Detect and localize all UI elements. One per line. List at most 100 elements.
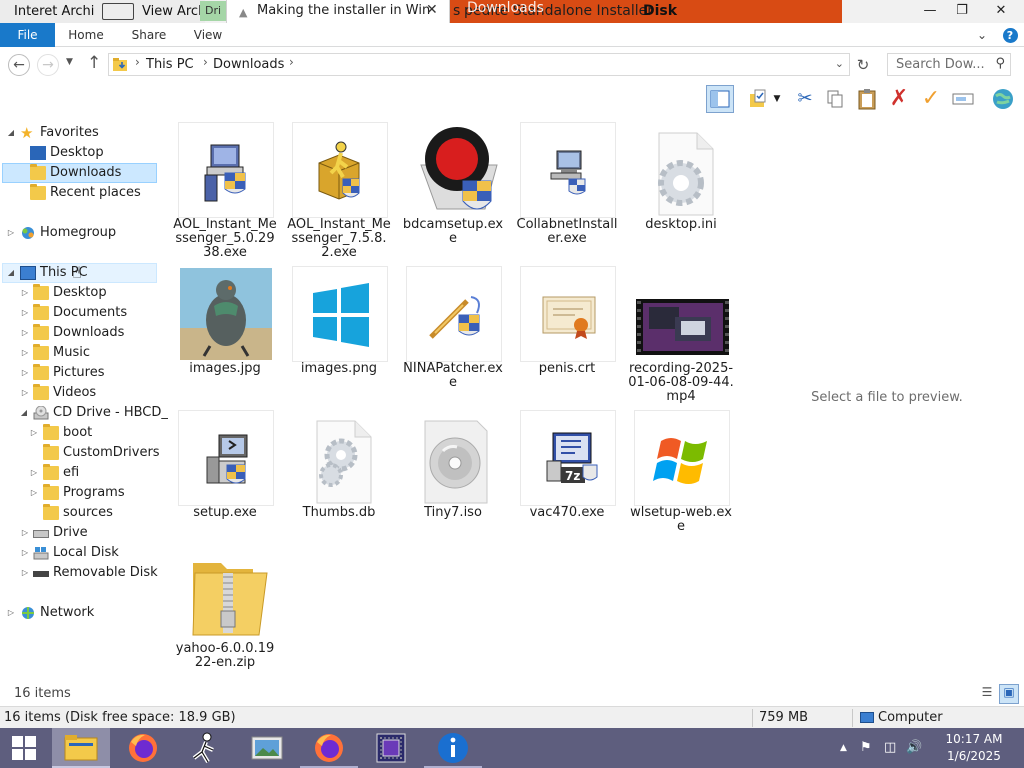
browser-tab[interactable]: ▲ Making the installer in Win ✕: [226, 0, 450, 23]
volume-icon[interactable]: 🔊: [906, 740, 922, 755]
close-button[interactable]: ✕: [978, 0, 1024, 22]
file-item[interactable]: CollabnetInstaller.exe: [512, 116, 622, 261]
action-center-flag-icon[interactable]: ⚑: [860, 740, 872, 755]
crumb-downloads[interactable]: Downloads: [213, 55, 284, 75]
tree-item-recent-places[interactable]: Recent places: [2, 183, 157, 203]
search-icon[interactable]: ⚲: [995, 56, 1005, 71]
recent-locations-icon[interactable]: ▼: [66, 57, 73, 67]
address-bar[interactable]: › This PC › Downloads › ⌄: [108, 53, 850, 76]
collapsed-arrow-icon[interactable]: ▷: [29, 463, 39, 483]
taskbar-firefox[interactable]: [114, 728, 172, 768]
cut-icon[interactable]: ✂: [791, 85, 819, 113]
search-input[interactable]: [896, 55, 988, 74]
chevron-down-icon[interactable]: ⌄: [835, 57, 844, 70]
taskbar-photo-viewer[interactable]: [238, 728, 296, 768]
expanded-arrow-icon[interactable]: ◢: [6, 264, 16, 282]
tree-item-desktop[interactable]: Desktop: [2, 143, 157, 163]
tab-home[interactable]: Home: [57, 23, 115, 47]
network-status-icon[interactable]: ◫: [884, 740, 896, 755]
start-button[interactable]: [0, 728, 52, 768]
collapsed-arrow-icon[interactable]: ▷: [20, 523, 30, 543]
tree-item-favorites[interactable]: ◢ ★ Favorites: [2, 123, 157, 143]
tree-item-removable-disk[interactable]: ▷ Removable Disk: [2, 563, 158, 583]
clock-date[interactable]: 1/6/2025: [940, 749, 1008, 763]
tab-close-icon[interactable]: ✕: [426, 2, 438, 18]
tree-item-drive[interactable]: ▷ Drive: [2, 523, 157, 543]
file-item[interactable]: recording-2025-01-06-08-09-44.mp4: [626, 260, 736, 405]
file-item[interactable]: Thumbs.db: [284, 404, 394, 549]
tree-item-pc-desktop[interactable]: ▷ Desktop: [2, 283, 157, 303]
tree-item-efi[interactable]: ▷ efi: [2, 463, 157, 483]
back-button[interactable]: ←: [8, 54, 30, 76]
tab-share[interactable]: Share: [120, 23, 178, 47]
clock-time[interactable]: 10:17 AM: [944, 732, 1004, 746]
collapsed-arrow-icon[interactable]: ▷: [20, 343, 30, 363]
tree-item-pictures[interactable]: ▷ Pictures: [2, 363, 157, 383]
expand-ribbon-icon[interactable]: ⌄: [968, 23, 996, 47]
chevron-down-icon[interactable]: ▼: [770, 85, 784, 113]
large-icons-view-icon[interactable]: ▣: [999, 684, 1019, 704]
checkmark-icon[interactable]: ✓: [917, 85, 945, 113]
tab-view[interactable]: View: [180, 23, 236, 47]
collapsed-arrow-icon[interactable]: ▷: [20, 563, 30, 583]
globe-icon[interactable]: [989, 85, 1017, 113]
expanded-arrow-icon[interactable]: ◢: [19, 403, 29, 423]
file-item[interactable]: penis.crt: [512, 260, 622, 405]
file-item[interactable]: desktop.ini: [626, 116, 736, 261]
minimize-button[interactable]: —: [914, 0, 946, 22]
file-item[interactable]: AOL_Instant_Messenger_5.0.2938.exe: [170, 116, 280, 261]
paste-icon[interactable]: [853, 85, 881, 113]
tree-item-sources[interactable]: sources: [2, 503, 157, 523]
tree-item-cd-drive[interactable]: ◢ CD Drive - HBCD_: [2, 403, 168, 423]
delete-icon[interactable]: ✗: [885, 85, 913, 113]
green-tab[interactable]: Dri: [200, 1, 226, 21]
tree-item-local-disk[interactable]: ▷ Local Disk: [2, 543, 157, 563]
file-item[interactable]: wlsetup-web.exe: [626, 404, 736, 549]
refresh-button[interactable]: ↻: [852, 55, 874, 75]
file-item[interactable]: images.png: [284, 260, 394, 405]
tree-item-videos[interactable]: ▷ Videos: [2, 383, 157, 403]
tab-file[interactable]: File: [0, 23, 55, 47]
tree-item-customdrivers[interactable]: CustomDrivers: [2, 443, 160, 463]
collapsed-arrow-icon[interactable]: ▷: [20, 363, 30, 383]
collapsed-arrow-icon[interactable]: ▷: [6, 223, 16, 243]
preview-pane-button[interactable]: [706, 85, 734, 113]
taskbar-info[interactable]: [424, 728, 482, 768]
collapsed-arrow-icon[interactable]: ▷: [6, 603, 16, 623]
tree-item-this-pc[interactable]: ◢ This PC ☝: [2, 263, 157, 283]
tree-item-programs[interactable]: ▷ Programs: [2, 483, 157, 503]
file-item[interactable]: setup.exe: [170, 404, 280, 549]
expanded-arrow-icon[interactable]: ◢: [6, 123, 16, 143]
file-item[interactable]: bdcamsetup.exe: [398, 116, 508, 261]
taskbar-aim[interactable]: [176, 728, 234, 768]
taskbar-firefox-2[interactable]: [300, 728, 358, 768]
orange-window-title[interactable]: s pedite Standalone Installer Downloads …: [450, 0, 842, 23]
background-window-title[interactable]: Interet Archi View Arch: [0, 0, 205, 23]
details-view-icon[interactable]: ☰: [978, 685, 996, 703]
collapsed-arrow-icon[interactable]: ▷: [20, 383, 30, 403]
help-icon[interactable]: ?: [996, 23, 1024, 47]
file-item[interactable]: Tiny7.iso: [398, 404, 508, 549]
up-button[interactable]: ↑: [87, 53, 101, 73]
file-item[interactable]: AOL_Instant_Messenger_7.5.8.2.exe: [284, 116, 394, 261]
show-hidden-icons-icon[interactable]: ▲: [840, 743, 847, 753]
crumb-separator-icon[interactable]: ›: [135, 55, 140, 69]
tree-item-music[interactable]: ▷ Music: [2, 343, 157, 363]
tree-item-homegroup[interactable]: ▷ Homegroup: [2, 223, 157, 243]
forward-button[interactable]: →: [37, 54, 59, 76]
file-item[interactable]: images.jpg: [170, 260, 280, 405]
file-item[interactable]: yahoo-6.0.0.1922-en.zip: [170, 540, 280, 670]
file-item[interactable]: 7z vac470.exe: [512, 404, 622, 549]
crumb-separator-icon[interactable]: ›: [289, 55, 294, 69]
collapsed-arrow-icon[interactable]: ▷: [20, 543, 30, 563]
collapsed-arrow-icon[interactable]: ▷: [20, 303, 30, 323]
collapsed-arrow-icon[interactable]: ▷: [29, 423, 39, 443]
search-box[interactable]: ⚲: [887, 53, 1011, 76]
copy-icon[interactable]: [821, 85, 849, 113]
tree-item-network[interactable]: ▷ Network: [2, 603, 157, 623]
restore-button[interactable]: ❐: [946, 0, 978, 22]
tree-item-boot[interactable]: ▷ boot: [2, 423, 157, 443]
tree-item-documents[interactable]: ▷ Documents: [2, 303, 157, 323]
taskbar-file-explorer[interactable]: [52, 728, 110, 768]
properties-icon[interactable]: [744, 85, 772, 113]
